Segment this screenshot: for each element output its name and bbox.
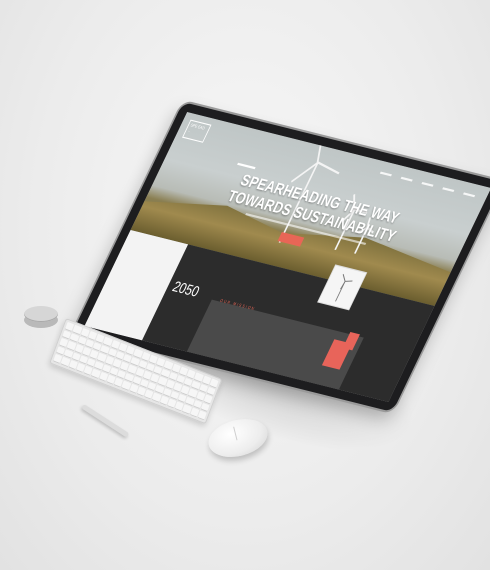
surface-dial[interactable]	[24, 306, 58, 330]
nav-item[interactable]	[463, 192, 476, 198]
site-logo[interactable]: SPE EAD ..	[182, 119, 212, 143]
hero-eyebrow	[237, 162, 256, 170]
nav-item[interactable]	[379, 171, 392, 177]
site-nav	[379, 171, 476, 198]
nav-item[interactable]	[421, 182, 434, 187]
nav-item[interactable]	[442, 187, 455, 192]
desk-scene: SPE EAD .. SPEARHEADING THE WAY TOWARDS …	[0, 0, 490, 570]
nav-item[interactable]	[400, 176, 413, 182]
stylus-pen[interactable]	[81, 404, 130, 438]
